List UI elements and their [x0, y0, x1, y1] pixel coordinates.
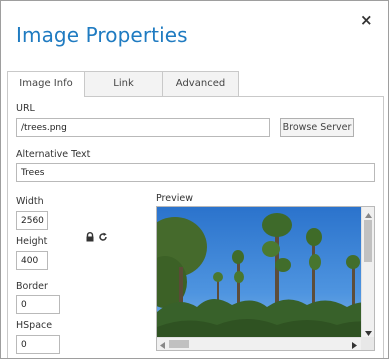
- tab-link[interactable]: Link: [84, 71, 163, 96]
- width-label: Width: [16, 196, 44, 207]
- reset-size-icon[interactable]: [98, 232, 108, 242]
- preview-label: Preview: [156, 193, 193, 204]
- arrow-left-icon[interactable]: [160, 341, 165, 352]
- hspace-input[interactable]: 0: [16, 335, 60, 354]
- preview-pane: [156, 206, 375, 351]
- image-properties-dialog: Image Properties × Image Info Link Advan…: [0, 0, 389, 359]
- arrow-right-icon[interactable]: [352, 341, 357, 352]
- horizontal-scroll-thumb[interactable]: [169, 340, 189, 348]
- height-label: Height: [16, 236, 48, 247]
- border-input[interactable]: 0: [16, 295, 60, 314]
- preview-vertical-scrollbar[interactable]: [361, 207, 374, 337]
- lock-icon[interactable]: [85, 232, 95, 242]
- scrollbar-corner: [361, 337, 374, 350]
- close-icon[interactable]: ×: [360, 11, 373, 29]
- border-label: Border: [16, 281, 48, 292]
- url-label: URL: [16, 103, 35, 114]
- preview-image: [157, 207, 374, 350]
- hspace-label: HSpace: [16, 320, 53, 331]
- preview-horizontal-scrollbar[interactable]: [157, 337, 361, 350]
- alt-text-label: Alternative Text: [16, 149, 91, 160]
- height-input[interactable]: 400: [16, 251, 48, 270]
- alt-text-input[interactable]: Trees: [16, 163, 375, 182]
- tab-image-info[interactable]: Image Info: [7, 71, 85, 97]
- tab-advanced[interactable]: Advanced: [162, 71, 239, 96]
- browse-server-button[interactable]: Browse Server: [280, 118, 354, 137]
- vertical-scroll-thumb[interactable]: [364, 220, 372, 262]
- width-input[interactable]: 2560: [16, 211, 48, 230]
- url-input[interactable]: /trees.png: [16, 118, 270, 137]
- dialog-title: Image Properties: [16, 23, 188, 47]
